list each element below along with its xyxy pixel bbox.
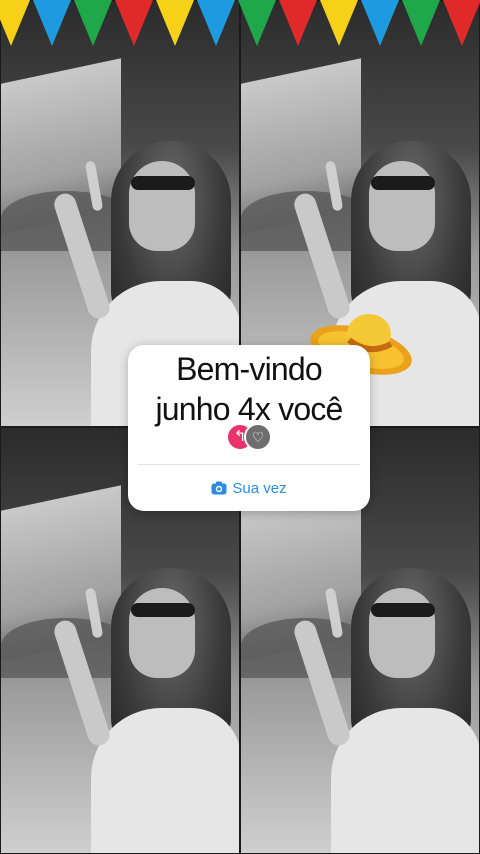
camera-icon xyxy=(211,481,227,495)
heart-icon: ♡ xyxy=(244,423,272,451)
your-turn-label: Sua vez xyxy=(232,479,287,497)
card-divider xyxy=(138,464,360,465)
question-sticker-card: Bem-vindo junho 4x você ↰ ♡ Sua vez xyxy=(128,345,370,511)
bunting-flag xyxy=(74,0,112,46)
bunting-flag xyxy=(0,0,30,46)
bunting-flag xyxy=(279,0,317,46)
bunting-flag xyxy=(156,0,194,46)
bunting-flag xyxy=(402,0,440,46)
participant-avatars: ↰ ♡ xyxy=(226,423,286,451)
bunting-flag xyxy=(361,0,399,46)
sticker-title: Bem-vindo junho 4x você xyxy=(128,349,370,429)
sticker-title-line-1: Bem-vindo xyxy=(176,351,323,387)
bunting-flag xyxy=(197,0,235,46)
your-turn-button[interactable]: Sua vez xyxy=(128,466,370,510)
bunting-flag xyxy=(443,0,480,46)
festa-junina-bunting xyxy=(0,0,480,50)
bunting-flag xyxy=(33,0,71,46)
bunting-flag xyxy=(115,0,153,46)
bunting-flag xyxy=(238,0,276,46)
bunting-flag xyxy=(320,0,358,46)
